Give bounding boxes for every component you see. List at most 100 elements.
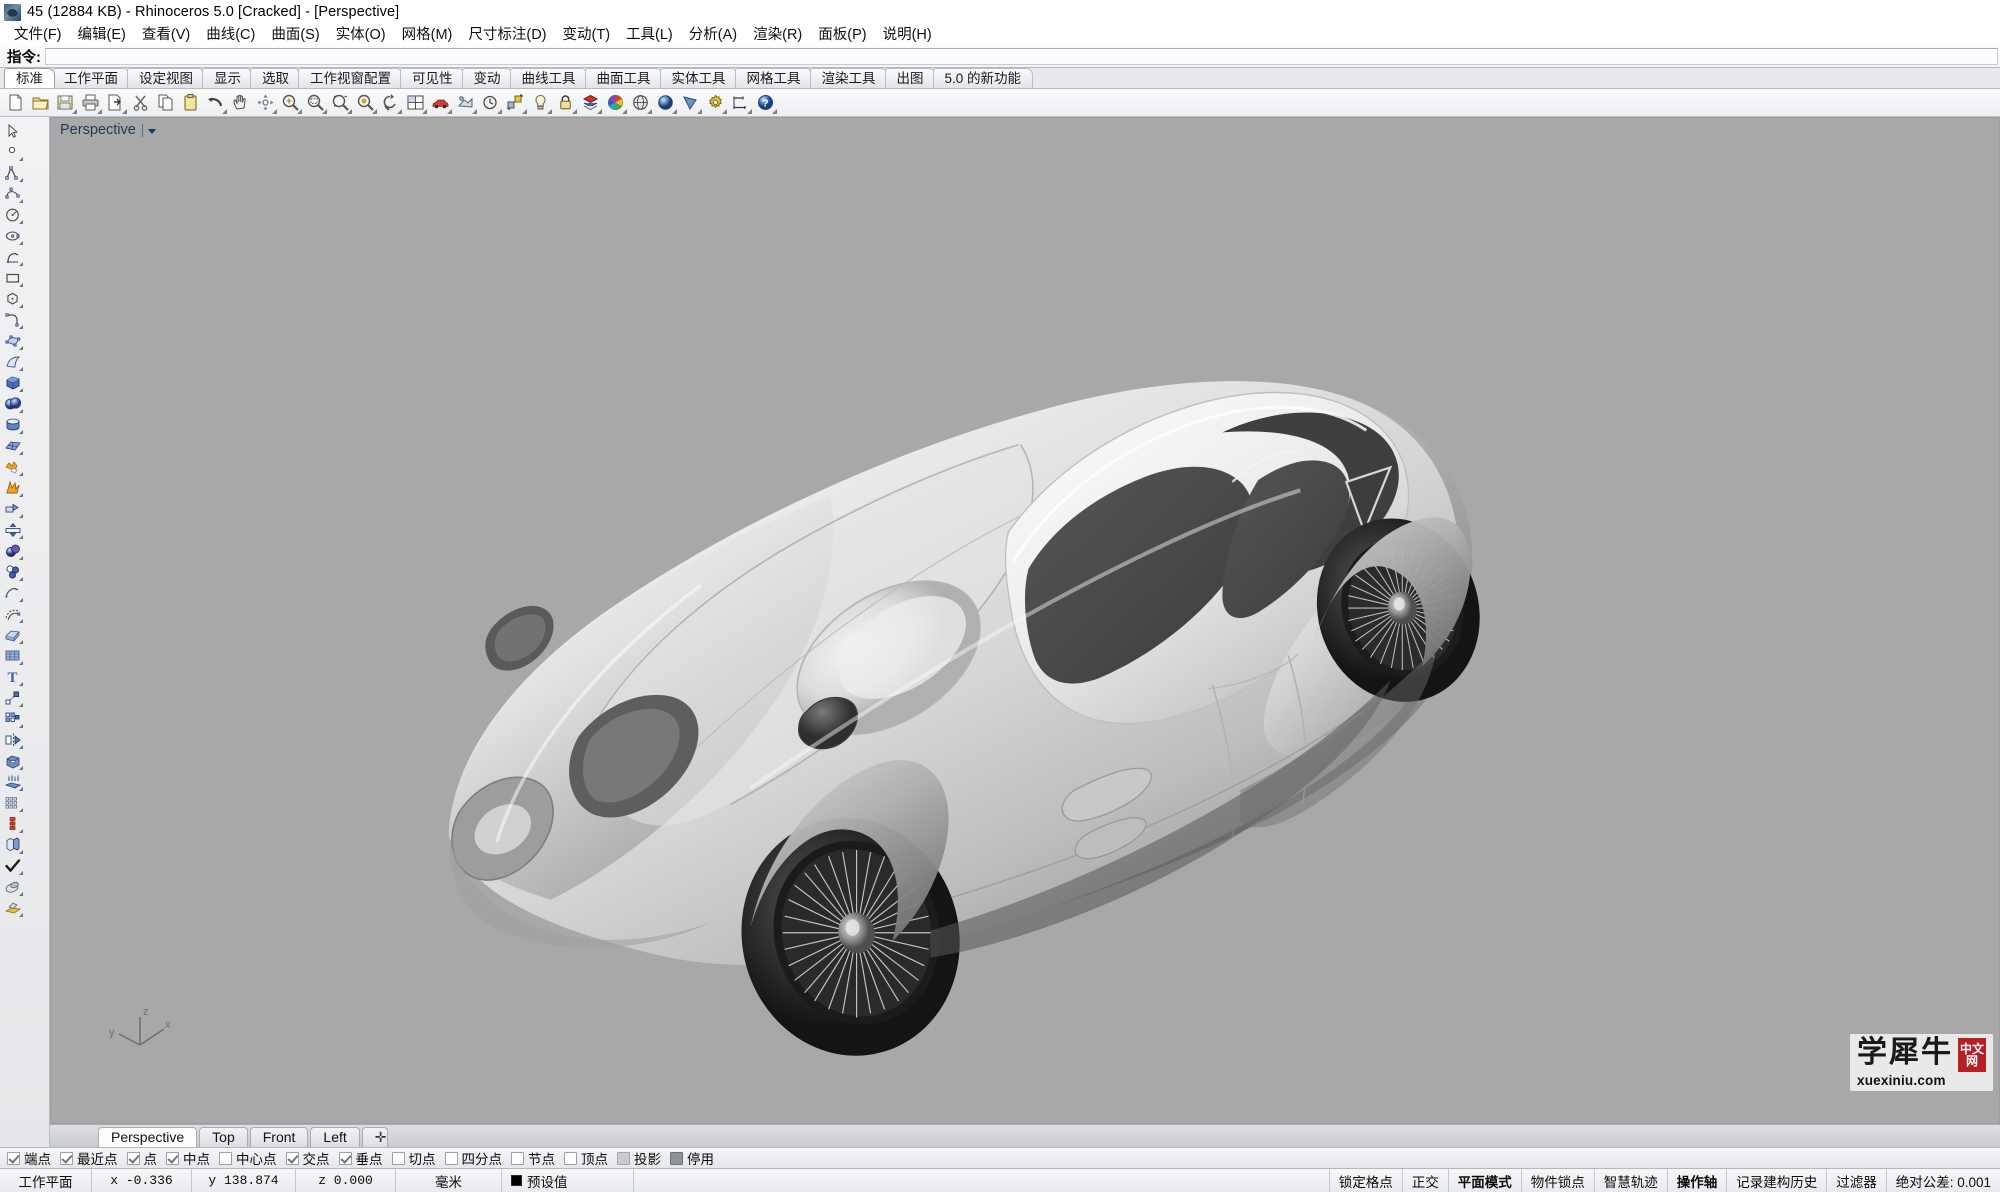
menu-render[interactable]: 渲染(R) — [745, 25, 810, 46]
osnap-midpoint[interactable]: 中点 — [164, 1148, 217, 1168]
checkbox-disable[interactable] — [670, 1151, 683, 1165]
tab-select[interactable]: 选取 — [250, 68, 301, 88]
zoom-selected-icon[interactable] — [328, 91, 353, 115]
command-input[interactable] — [44, 48, 1998, 65]
sphere-shade-icon[interactable] — [653, 91, 678, 115]
tab-mesh-tools[interactable]: 网格工具 — [734, 68, 813, 88]
menu-panels[interactable]: 面板(P) — [810, 25, 874, 46]
status-planar[interactable]: 平面模式 — [1449, 1168, 1522, 1192]
tab-solid-tools[interactable]: 实体工具 — [659, 68, 738, 88]
sphere-boolean-icon[interactable] — [0, 393, 25, 414]
osnap-endpoint[interactable]: 端点 — [5, 1148, 58, 1168]
cap-holes-icon[interactable] — [0, 750, 25, 771]
osnap-point[interactable]: 点 — [125, 1148, 165, 1168]
menu-tools[interactable]: 工具(L) — [618, 25, 681, 46]
export-icon[interactable] — [103, 91, 128, 115]
shaded-view-icon[interactable] — [453, 91, 478, 115]
scale-icon[interactable] — [0, 687, 25, 708]
circle-icon[interactable] — [0, 204, 25, 225]
sphere-wire-icon[interactable] — [628, 91, 653, 115]
array-icon[interactable] — [0, 708, 25, 729]
text-tool-icon[interactable]: T — [0, 666, 25, 687]
polyline-icon[interactable] — [0, 162, 25, 183]
arrow-select-icon[interactable] — [0, 120, 25, 141]
checkbox-intersection[interactable] — [285, 1151, 299, 1165]
print-icon[interactable] — [78, 91, 103, 115]
tab-render-tools[interactable]: 渲染工具 — [809, 68, 888, 88]
box-icon[interactable] — [0, 372, 25, 393]
mesh-icon[interactable] — [0, 435, 25, 456]
tab-visibility[interactable]: 可见性 — [400, 68, 465, 88]
car-render-icon[interactable] — [428, 91, 453, 115]
osnap-tangent[interactable]: 切点 — [390, 1148, 443, 1168]
tab-cplane[interactable]: 工作平面 — [52, 68, 130, 88]
cut-scissors-icon[interactable] — [128, 91, 153, 115]
checkbox-knot[interactable] — [511, 1151, 524, 1165]
menu-edit[interactable]: 编辑(E) — [70, 25, 134, 46]
add-viewport-button[interactable]: ✛ — [361, 1127, 388, 1147]
status-ortho[interactable]: 正交 — [1403, 1168, 1449, 1192]
viewport-layout-icon[interactable] — [403, 91, 428, 115]
surface-extrude-icon[interactable] — [0, 624, 25, 645]
status-cplane[interactable]: 工作平面 — [0, 1168, 92, 1192]
checkbox-nearest[interactable] — [60, 1151, 73, 1165]
gear-icon[interactable] — [703, 91, 728, 115]
save-disk-icon[interactable] — [53, 91, 78, 115]
tab-set-view[interactable]: 设定视图 — [127, 68, 205, 88]
tab-drafting[interactable]: 出图 — [884, 68, 936, 88]
copy-icon[interactable] — [153, 91, 178, 115]
viewport-title[interactable]: Perspective — [58, 122, 156, 138]
tab-surface-tools[interactable]: 曲面工具 — [584, 68, 663, 88]
tab-curve-tools[interactable]: 曲线工具 — [509, 68, 588, 88]
undo-arrow-icon[interactable] — [203, 91, 228, 115]
paste-clipboard-icon[interactable] — [178, 91, 203, 115]
checkbox-endpoint[interactable] — [7, 1151, 20, 1165]
status-units[interactable]: 毫米 — [396, 1168, 502, 1192]
layers-icon[interactable] — [578, 91, 603, 115]
viewport-tab-front[interactable]: Front — [249, 1127, 309, 1147]
checkbox-midpoint[interactable] — [166, 1151, 179, 1165]
tab-standard[interactable]: 标准 — [4, 68, 55, 88]
zoom-target-icon[interactable] — [353, 91, 378, 115]
color-wheel-icon[interactable] — [603, 91, 628, 115]
boolean-union-icon[interactable] — [0, 477, 25, 498]
zoom-in-icon[interactable] — [278, 91, 303, 115]
pan-hand-icon[interactable] — [228, 91, 253, 115]
rotate-view-icon[interactable] — [378, 91, 403, 115]
copy-objects-icon[interactable] — [0, 834, 25, 855]
osnap-quadrant[interactable]: 四分点 — [443, 1148, 510, 1168]
curve-offset-icon[interactable] — [0, 603, 25, 624]
menu-help[interactable]: 说明(H) — [875, 25, 940, 46]
lock-icon[interactable] — [553, 91, 578, 115]
explode-icon[interactable] — [0, 456, 25, 477]
perspective-viewport[interactable]: Perspective z x y 学犀牛 中文 网 xuexiniu.com — [50, 117, 2000, 1124]
status-gumball[interactable]: 操作轴 — [1668, 1168, 1728, 1192]
curve-blend-icon[interactable] — [0, 582, 25, 603]
osnap-project[interactable]: 投影 — [615, 1148, 668, 1168]
checkbox-project[interactable] — [617, 1151, 630, 1165]
boolean-intersect-icon[interactable] — [0, 561, 25, 582]
status-grid-snap[interactable]: 锁定格点 — [1330, 1168, 1403, 1192]
split-icon[interactable] — [0, 519, 25, 540]
menu-mesh[interactable]: 网格(M) — [394, 25, 461, 46]
menu-view[interactable]: 查看(V) — [134, 25, 198, 46]
open-folder-icon[interactable] — [28, 91, 53, 115]
status-record-history[interactable]: 记录建构历史 — [1727, 1168, 1828, 1192]
surface-loft-icon[interactable] — [0, 645, 25, 666]
osnap-center[interactable]: 中心点 — [217, 1148, 284, 1168]
checkbox-point[interactable] — [126, 1151, 140, 1165]
clock-history-icon[interactable] — [478, 91, 503, 115]
osnap-vertex[interactable]: 顶点 — [562, 1148, 615, 1168]
status-layer[interactable]: 预设值 — [502, 1168, 634, 1192]
viewport-tab-top[interactable]: Top — [199, 1127, 248, 1147]
curve-fillet-icon[interactable] — [0, 309, 25, 330]
polygon-icon[interactable] — [0, 288, 25, 309]
osnap-nearest[interactable]: 最近点 — [58, 1148, 125, 1168]
menu-file[interactable]: 文件(F) — [6, 25, 70, 46]
menu-surface[interactable]: 曲面(S) — [263, 25, 327, 46]
tab-transform[interactable]: 变动 — [461, 68, 513, 88]
cylinder-icon[interactable] — [0, 414, 25, 435]
dimension-icon[interactable] — [728, 91, 753, 115]
tab-whats-new-50[interactable]: 5.0 的新功能 — [932, 68, 1034, 88]
control-point-curve-icon[interactable] — [0, 183, 25, 204]
